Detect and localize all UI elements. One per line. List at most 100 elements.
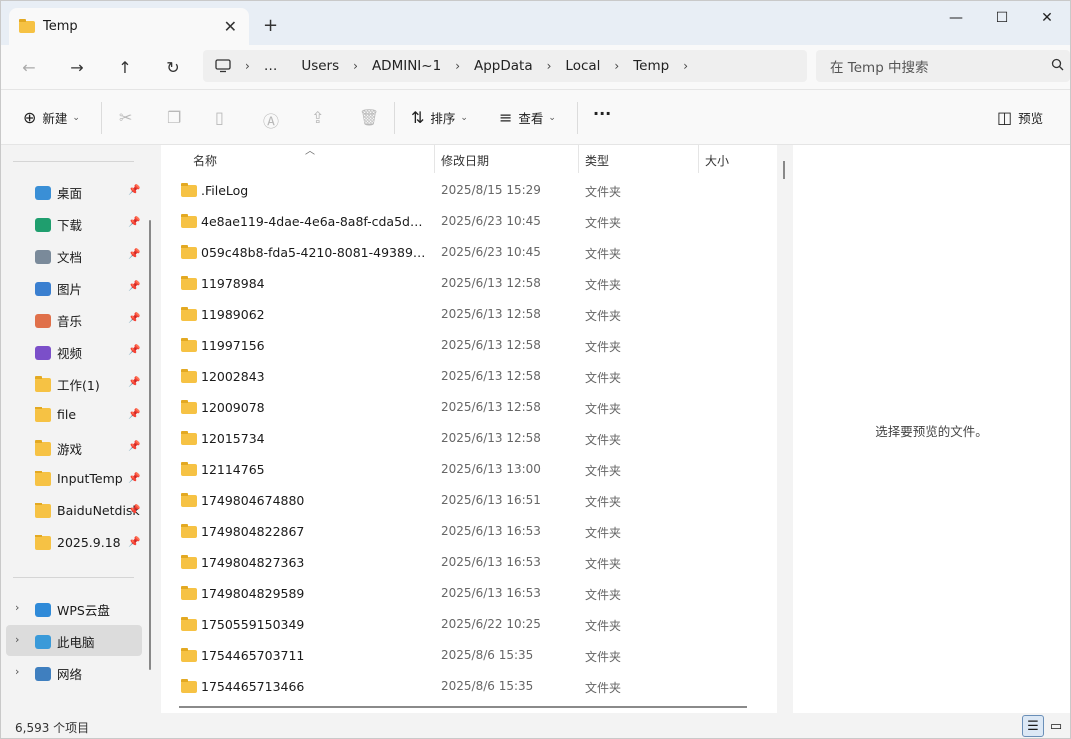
column-size[interactable]: 大小 — [705, 152, 729, 169]
table-row[interactable]: 12015734 2025/6/13 12:58 文件夹 — [161, 424, 777, 455]
sidebar-root-item[interactable]: WPS云盘 — [35, 600, 145, 619]
rename-button[interactable]: Ⓐ — [263, 108, 285, 132]
address-bar[interactable]: › … Users › ADMINI~1 › AppData › Local ›… — [203, 50, 807, 82]
horizontal-scrollbar[interactable] — [179, 706, 747, 708]
file-type: 文件夹 — [585, 526, 622, 540]
pin-icon[interactable]: 📌 — [128, 441, 140, 452]
expand-chevron-icon[interactable]: › — [15, 633, 19, 646]
file-name: 1749804822867 — [201, 524, 305, 539]
table-row[interactable]: 1749804674880 2025/6/13 16:51 文件夹 — [161, 486, 777, 517]
table-row[interactable]: 12009078 2025/6/13 12:58 文件夹 — [161, 393, 777, 424]
breadcrumb-more[interactable]: … — [264, 58, 278, 74]
tab-temp[interactable]: Temp ✕ — [9, 8, 249, 45]
column-name[interactable]: 名称 — [193, 152, 217, 169]
sidebar-root-item[interactable]: 网络 — [35, 664, 145, 683]
new-tab-button[interactable]: + — [263, 15, 278, 36]
breadcrumb-local[interactable]: Local — [565, 58, 600, 74]
folder-icon — [181, 276, 197, 290]
sort-button[interactable]: ⇅ 排序 ⌄ — [411, 108, 468, 127]
paste-button[interactable]: ▯ — [215, 108, 230, 127]
table-row[interactable]: 1754465713466 2025/8/6 15:35 文件夹 — [161, 672, 777, 703]
delete-button[interactable]: 🗑 — [359, 108, 385, 127]
file-name: 1754465713466 — [201, 679, 305, 694]
column-divider[interactable] — [434, 145, 435, 173]
folder-icon — [181, 617, 197, 631]
copy-button[interactable]: ❐ — [167, 108, 187, 127]
column-modified[interactable]: 修改日期 — [441, 152, 489, 169]
breadcrumb-admini[interactable]: ADMINI~1 — [372, 58, 441, 74]
table-row[interactable]: 11989062 2025/6/13 12:58 文件夹 — [161, 300, 777, 331]
table-row[interactable]: .FileLog 2025/8/15 15:29 文件夹 — [161, 176, 777, 207]
table-row[interactable]: 11978984 2025/6/13 12:58 文件夹 — [161, 269, 777, 300]
file-type: 文件夹 — [585, 464, 622, 478]
back-button[interactable]: ← — [15, 55, 43, 79]
file-list-scrollbar[interactable] — [783, 161, 785, 179]
pin-icon[interactable]: 📌 — [128, 345, 140, 356]
file-type: 文件夹 — [585, 557, 622, 571]
pin-icon[interactable]: 📌 — [128, 217, 140, 228]
table-row[interactable]: 11997156 2025/6/13 12:58 文件夹 — [161, 331, 777, 362]
sidebar-root-item[interactable]: 此电脑 — [35, 632, 145, 651]
chevron-down-icon: ⌄ — [548, 112, 556, 123]
expand-chevron-icon[interactable]: › — [15, 601, 19, 614]
file-type: 文件夹 — [585, 650, 622, 664]
breadcrumb-users[interactable]: Users — [301, 58, 339, 74]
breadcrumb-appdata[interactable]: AppData — [474, 58, 533, 74]
copy-icon: ❐ — [167, 108, 182, 127]
folder-icon — [35, 535, 51, 550]
column-divider[interactable] — [578, 145, 579, 173]
table-row[interactable]: 12002843 2025/6/13 12:58 文件夹 — [161, 362, 777, 393]
table-row[interactable]: 059c48b8-fda5-4210-8081-49389d49... 2025/… — [161, 238, 777, 269]
forward-button[interactable]: → — [63, 55, 91, 79]
tab-title: Temp — [43, 19, 78, 34]
tab-close-icon[interactable]: ✕ — [224, 17, 237, 36]
file-modified: 2025/6/13 13:00 — [441, 462, 541, 476]
view-button[interactable]: ≡ 查看 ⌄ — [499, 108, 556, 127]
table-row[interactable]: 12114765 2025/6/13 13:00 文件夹 — [161, 455, 777, 486]
pin-icon[interactable]: 📌 — [128, 313, 140, 324]
file-modified: 2025/6/23 10:45 — [441, 214, 541, 228]
breadcrumb-temp[interactable]: Temp — [633, 58, 669, 74]
table-row[interactable]: 1749804827363 2025/6/13 16:53 文件夹 — [161, 548, 777, 579]
pin-icon[interactable]: 📌 — [128, 505, 140, 516]
minimize-button[interactable]: — — [933, 7, 979, 29]
pin-icon[interactable]: 📌 — [128, 185, 140, 196]
navigation-bar: ← → ↑ ↻ › … Users › ADMINI~1 › AppData ›… — [1, 45, 1070, 89]
expand-chevron-icon[interactable]: › — [15, 665, 19, 678]
pin-icon[interactable]: 📌 — [128, 409, 140, 420]
pin-icon[interactable]: 📌 — [128, 249, 140, 260]
search-input[interactable]: 在 Temp 中搜索 — [816, 50, 1070, 82]
maximize-button[interactable]: ☐ — [979, 7, 1025, 29]
close-window-button[interactable]: ✕ — [1024, 7, 1070, 29]
command-bar: ⊕ 新建 ⌄ ✂ ❐ ▯ Ⓐ ⇪ 🗑 ⇅ 排序 ⌄ ≡ 查看 ⌄ ··· ◫ 预… — [1, 89, 1070, 145]
table-row[interactable]: 1754465703711 2025/8/6 15:35 文件夹 — [161, 641, 777, 672]
file-name: 11989062 — [201, 307, 265, 322]
up-button[interactable]: ↑ — [111, 55, 139, 79]
large-icons-view-icon[interactable]: ▭ — [1045, 715, 1067, 737]
more-options-button[interactable]: ··· — [593, 104, 611, 123]
pin-icon[interactable]: 📌 — [128, 281, 140, 292]
refresh-button[interactable]: ↻ — [159, 55, 187, 79]
table-row[interactable]: 4e8ae119-4dae-4e6a-8a8f-cda5d772... 2025/… — [161, 207, 777, 238]
chevron-down-icon: ⌄ — [72, 112, 80, 123]
pin-icon[interactable]: 📌 — [128, 473, 140, 484]
table-row[interactable]: 1750559150349 2025/6/22 10:25 文件夹 — [161, 610, 777, 641]
table-row[interactable]: 1749804822867 2025/6/13 16:53 文件夹 — [161, 517, 777, 548]
details-view-icon[interactable]: ☰ — [1022, 715, 1044, 737]
share-button[interactable]: ⇪ — [311, 108, 330, 127]
file-modified: 2025/6/13 16:51 — [441, 493, 541, 507]
sidebar-scrollbar[interactable] — [149, 220, 151, 670]
new-button[interactable]: ⊕ 新建 ⌄ — [23, 108, 80, 127]
pin-icon[interactable]: 📌 — [128, 377, 140, 388]
column-divider[interactable] — [698, 145, 699, 173]
pin-icon[interactable]: 📌 — [128, 537, 140, 548]
sidebar-item-label: 图片 — [57, 282, 83, 297]
chevron-right-icon: › — [614, 59, 620, 73]
file-modified: 2025/6/22 10:25 — [441, 617, 541, 631]
preview-pane-button[interactable]: ◫ 预览 — [997, 108, 1043, 127]
column-type[interactable]: 类型 — [585, 152, 609, 169]
table-row[interactable]: 1749804829589 2025/6/13 16:53 文件夹 — [161, 579, 777, 610]
file-name: 12114765 — [201, 462, 265, 477]
cut-button[interactable]: ✂ — [119, 108, 138, 127]
chevron-right-icon[interactable]: › — [683, 59, 688, 73]
